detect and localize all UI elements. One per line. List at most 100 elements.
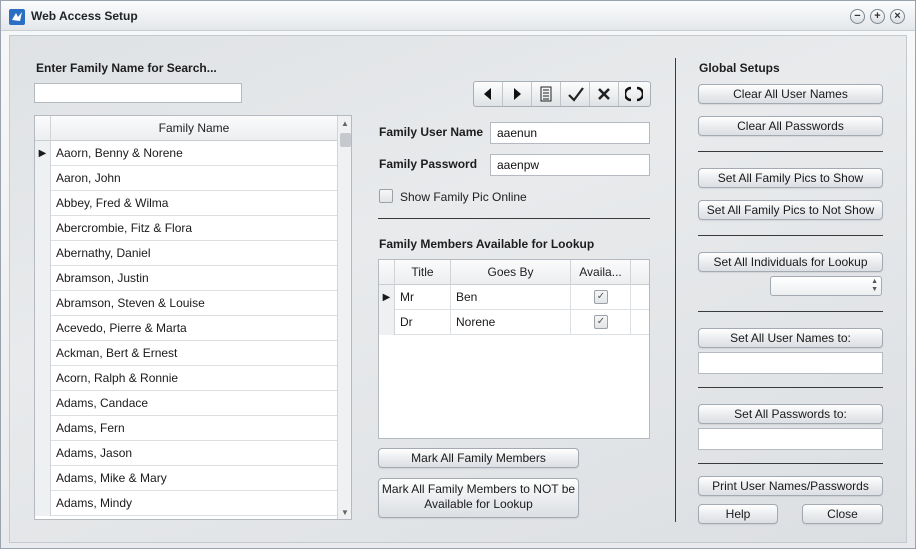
mark-all-not-available-button[interactable]: Mark All Family Members to NOT be Availa… (378, 478, 579, 518)
row-selector[interactable]: ▶ (35, 141, 51, 166)
family-row[interactable]: Adams, Fern (35, 416, 337, 441)
mark-all-members-button[interactable]: Mark All Family Members (378, 448, 579, 468)
available-checkbox[interactable]: ✓ (594, 315, 608, 329)
family-row[interactable]: Acorn, Ralph & Ronnie (35, 366, 337, 391)
family-name-cell[interactable]: Abramson, Justin (51, 266, 337, 291)
members-grid: Title Goes By Availa... ▶ Mr Ben ✓ Dr Norene ✓ (378, 259, 650, 439)
row-selector[interactable]: ▶ (379, 285, 395, 310)
goes-by-column-header[interactable]: Goes By (451, 260, 571, 285)
next-icon[interactable] (503, 82, 532, 106)
member-title-cell[interactable]: Dr (395, 310, 451, 335)
family-name-column-header[interactable]: Family Name (51, 116, 337, 141)
member-row[interactable]: Dr Norene ✓ (379, 310, 649, 335)
family-row[interactable]: Abramson, Justin (35, 266, 337, 291)
family-name-cell[interactable]: Aaorn, Benny & Norene (51, 141, 337, 166)
search-label: Enter Family Name for Search... (36, 61, 217, 75)
set-all-pics-not-show-button[interactable]: Set All Family Pics to Not Show (698, 200, 883, 220)
row-selector[interactable] (35, 316, 51, 341)
title-column-header[interactable]: Title (395, 260, 451, 285)
close-button[interactable]: Close (802, 504, 883, 524)
row-selector[interactable] (35, 266, 51, 291)
row-selector[interactable] (35, 491, 51, 516)
main-panel: Enter Family Name for Search... Family N… (9, 35, 907, 543)
set-all-passwords-button[interactable]: Set All Passwords to: (698, 404, 883, 424)
family-name-cell[interactable]: Adams, Fern (51, 416, 337, 441)
family-user-name-input[interactable] (490, 122, 650, 144)
clear-all-user-names-button[interactable]: Clear All User Names (698, 84, 883, 104)
row-selector[interactable] (35, 366, 51, 391)
family-row[interactable]: Adams, Jason (35, 441, 337, 466)
row-selector[interactable] (35, 216, 51, 241)
member-title-cell[interactable]: Mr (395, 285, 451, 310)
family-name-cell[interactable]: Abercrombie, Fitz & Flora (51, 216, 337, 241)
row-selector[interactable] (35, 191, 51, 216)
divider (698, 311, 883, 312)
row-selector[interactable] (35, 391, 51, 416)
family-row[interactable]: Abercrombie, Fitz & Flora (35, 216, 337, 241)
maximize-icon[interactable]: + (870, 9, 885, 24)
member-goes-by-cell[interactable]: Ben (451, 285, 571, 310)
family-name-cell[interactable]: Adams, Mike & Mary (51, 466, 337, 491)
family-name-cell[interactable]: Adams, Candace (51, 391, 337, 416)
family-password-input[interactable] (490, 154, 650, 176)
print-user-names-passwords-button[interactable]: Print User Names/Passwords (698, 476, 883, 496)
family-row[interactable]: ▶ Aaorn, Benny & Norene (35, 141, 337, 166)
row-selector[interactable] (379, 310, 395, 335)
set-all-individuals-lookup-button[interactable]: Set All Individuals for Lookup (698, 252, 883, 272)
available-column-header[interactable]: Availa... (571, 260, 631, 285)
family-row[interactable]: Acevedo, Pierre & Marta (35, 316, 337, 341)
scroll-thumb[interactable] (340, 133, 351, 147)
previous-icon[interactable] (474, 82, 503, 106)
family-search-input[interactable] (34, 83, 242, 103)
row-selector-header (35, 116, 51, 141)
family-grid-header: Family Name (35, 116, 337, 141)
family-name-cell[interactable]: Acorn, Ralph & Ronnie (51, 366, 337, 391)
family-grid-scrollbar[interactable]: ▲ ▼ (337, 116, 351, 519)
family-row[interactable]: Adams, Mindy (35, 491, 337, 516)
family-name-cell[interactable]: Adams, Jason (51, 441, 337, 466)
scroll-down-icon[interactable]: ▼ (340, 508, 350, 518)
family-row[interactable]: Adams, Mike & Mary (35, 466, 337, 491)
member-row[interactable]: ▶ Mr Ben ✓ (379, 285, 649, 310)
member-goes-by-cell[interactable]: Norene (451, 310, 571, 335)
row-selector[interactable] (35, 166, 51, 191)
cancel-x-icon[interactable] (590, 82, 619, 106)
close-window-icon[interactable]: × (890, 9, 905, 24)
row-selector[interactable] (35, 241, 51, 266)
set-all-user-names-input[interactable] (698, 352, 883, 374)
row-selector[interactable] (35, 416, 51, 441)
family-name-cell[interactable]: Ackman, Bert & Ernest (51, 341, 337, 366)
row-selector[interactable] (35, 466, 51, 491)
family-name-cell[interactable]: Abbey, Fred & Wilma (51, 191, 337, 216)
set-all-user-names-button[interactable]: Set All User Names to: (698, 328, 883, 348)
family-name-cell[interactable]: Adams, Mindy (51, 491, 337, 516)
family-name-cell[interactable]: Aaron, John (51, 166, 337, 191)
set-all-passwords-input[interactable] (698, 428, 883, 450)
row-selector[interactable] (35, 441, 51, 466)
family-name-cell[interactable]: Abernathy, Daniel (51, 241, 337, 266)
family-name-cell[interactable]: Abramson, Steven & Louise (51, 291, 337, 316)
family-row[interactable]: Abernathy, Daniel (35, 241, 337, 266)
available-checkbox[interactable]: ✓ (594, 290, 608, 304)
row-selector[interactable] (35, 341, 51, 366)
family-row[interactable]: Ackman, Bert & Ernest (35, 341, 337, 366)
family-row[interactable]: Abbey, Fred & Wilma (35, 191, 337, 216)
help-button[interactable]: Help (698, 504, 778, 524)
family-row[interactable]: Adams, Candace (35, 391, 337, 416)
set-all-pics-show-button[interactable]: Set All Family Pics to Show (698, 168, 883, 188)
minimize-icon[interactable]: − (850, 9, 865, 24)
spinner-arrows-icon[interactable]: ▲ ▼ (871, 278, 878, 294)
web-access-setup-window: Web Access Setup − + × Enter Family Name… (0, 0, 916, 549)
title-bar: Web Access Setup − + × (1, 1, 915, 31)
show-family-pic-checkbox[interactable] (379, 189, 393, 203)
individuals-lookup-select[interactable]: ▲ ▼ (770, 276, 882, 296)
list-icon[interactable] (532, 82, 561, 106)
save-check-icon[interactable] (561, 82, 590, 106)
family-row[interactable]: Aaron, John (35, 166, 337, 191)
family-row[interactable]: Abramson, Steven & Louise (35, 291, 337, 316)
refresh-icon[interactable] (619, 82, 648, 106)
scroll-up-icon[interactable]: ▲ (340, 119, 350, 129)
family-name-cell[interactable]: Acevedo, Pierre & Marta (51, 316, 337, 341)
row-selector[interactable] (35, 291, 51, 316)
clear-all-passwords-button[interactable]: Clear All Passwords (698, 116, 883, 136)
